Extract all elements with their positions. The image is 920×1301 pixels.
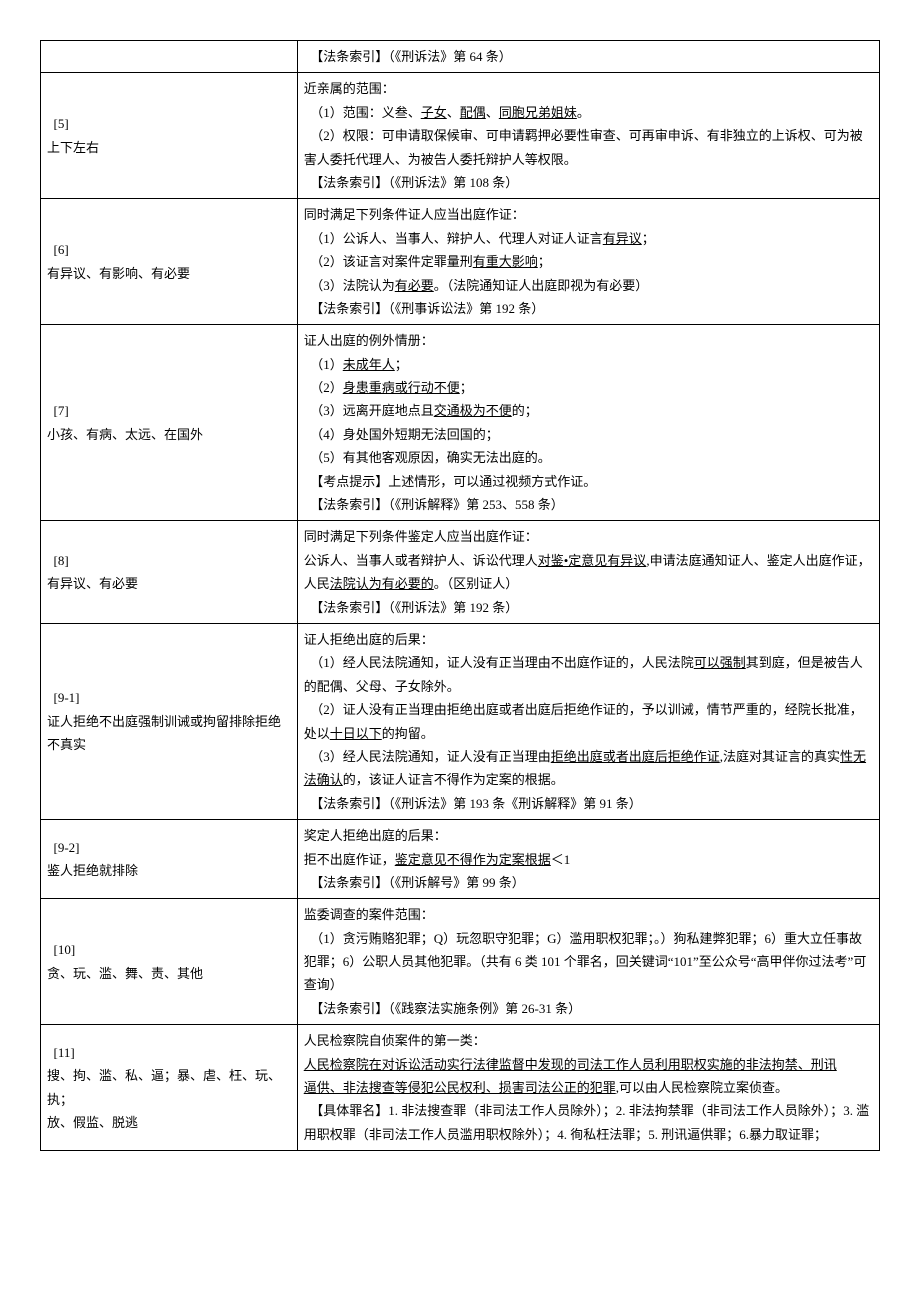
underlined-text: 拒绝出庭或者出庭后拒绝作证 — [551, 749, 720, 764]
row-mnemonic: 上下左右 — [47, 136, 291, 159]
underlined-text: 交通极为不便 — [434, 403, 512, 418]
row-index: [6] — [47, 238, 291, 261]
row-index: [7] — [47, 399, 291, 422]
table-row: [6]有异议、有影响、有必要同时满足下列条件证人应当出庭作证： （1）公诉人、当… — [41, 199, 880, 325]
table-row: [9-1]证人拒绝不出庭强制训诫或拘留排除拒绝不真实证人拒绝出庭的后果： （1）… — [41, 623, 880, 819]
row-key-cell — [41, 41, 298, 73]
row-index: [8] — [47, 549, 291, 572]
row-key-cell: [5]上下左右 — [41, 73, 298, 199]
row-content-cell: 监委调查的案件范围： （1）贪污贿赂犯罪；Q）玩忽职守犯罪；G）滥用职权犯罪；。… — [297, 899, 879, 1025]
underlined-text: 有重大影响 — [473, 254, 538, 269]
underlined-text: 可以强制 — [694, 655, 746, 670]
underlined-text: 未成年人 — [343, 357, 395, 372]
row-mnemonic: 证人拒绝不出庭强制训诫或拘留排除拒绝不真实 — [47, 710, 291, 757]
table-row: 【法条索引】（《刑诉法》第 64 条） — [41, 41, 880, 73]
underlined-text: 十日以下 — [330, 726, 382, 741]
underlined-text: 鉴定意见不得作为定案根据 — [395, 852, 551, 867]
row-mnemonic: 有异议、有影响、有必要 — [47, 262, 291, 285]
row-mnemonic: 贪、玩、滥、舞、责、其他 — [47, 962, 291, 985]
row-key-cell: [11]搜、拘、滥、私、逼；暴、虐、枉、玩、执；放、假监、脱逃 — [41, 1025, 298, 1151]
row-index: [11] — [47, 1041, 291, 1064]
row-content-cell: 证人拒绝出庭的后果： （1）经人民法院通知，证人没有正当理由不出庭作证的，人民法… — [297, 623, 879, 819]
underlined-text: 有异议 — [603, 231, 642, 246]
row-content-cell: 奖定人拒绝出庭的后果：拒不出庭作证，鉴定意见不得作为定案根据＜1 【法条索引】（… — [297, 820, 879, 899]
row-index: [9-1] — [47, 686, 291, 709]
row-index: [10] — [47, 938, 291, 961]
underlined-text: 人民检察院在对诉讼活动实行法律监督中发现的司法工作人员利用职权实施的非法拘禁、刑… — [304, 1057, 837, 1072]
row-content-cell: 证人出庭的例外情册： （1）未成年人； （2）身患重病或行动不便； （3）远离开… — [297, 325, 879, 521]
underlined-text: 有必要 — [395, 278, 434, 293]
row-content-cell: 人民检察院自侦案件的第一类：人民检察院在对诉讼活动实行法律监督中发现的司法工作人… — [297, 1025, 879, 1151]
row-key-cell: [10]贪、玩、滥、舞、责、其他 — [41, 899, 298, 1025]
table-row: [5]上下左右近亲属的范围： （1）范围：义叁、子女、配偶、同胞兄弟姐妹。 （2… — [41, 73, 880, 199]
row-key-cell: [6]有异议、有影响、有必要 — [41, 199, 298, 325]
row-content-cell: 同时满足下列条件证人应当出庭作证： （1）公诉人、当事人、辩护人、代理人对证人证… — [297, 199, 879, 325]
underlined-text: 子女 — [421, 105, 447, 120]
underlined-text: 逼供、非法搜查等侵犯公民权利、损害司法公正的犯罪 — [304, 1080, 616, 1095]
table-row: [10]贪、玩、滥、舞、责、其他监委调查的案件范围： （1）贪污贿赂犯罪；Q）玩… — [41, 899, 880, 1025]
underlined-text: 配偶 — [460, 105, 486, 120]
underlined-text: 身患重病或行动不便 — [343, 380, 460, 395]
table-row: [7]小孩、有病、太远、在国外证人出庭的例外情册： （1）未成年人； （2）身患… — [41, 325, 880, 521]
row-content-cell: 同时满足下列条件鉴定人应当出庭作证：公诉人、当事人或者辩护人、诉讼代理人对鉴•定… — [297, 521, 879, 624]
row-key-cell: [7]小孩、有病、太远、在国外 — [41, 325, 298, 521]
row-content-cell: 近亲属的范围： （1）范围：义叁、子女、配偶、同胞兄弟姐妹。 （2）权限：可申请… — [297, 73, 879, 199]
underlined-text: 对鉴•定意见有异议 — [538, 553, 647, 568]
row-content-cell: 【法条索引】（《刑诉法》第 64 条） — [297, 41, 879, 73]
row-mnemonic: 小孩、有病、太远、在国外 — [47, 423, 291, 446]
row-key-cell: [8]有异议、有必要 — [41, 521, 298, 624]
row-mnemonic: 有异议、有必要 — [47, 572, 291, 595]
row-index: [5] — [47, 112, 291, 135]
row-mnemonic: 鉴人拒绝就排除 — [47, 859, 291, 882]
table-row: [9-2]鉴人拒绝就排除奖定人拒绝出庭的后果：拒不出庭作证，鉴定意见不得作为定案… — [41, 820, 880, 899]
study-notes-table: 【法条索引】（《刑诉法》第 64 条）[5]上下左右近亲属的范围： （1）范围：… — [40, 40, 880, 1151]
table-row: [8]有异议、有必要同时满足下列条件鉴定人应当出庭作证：公诉人、当事人或者辩护人… — [41, 521, 880, 624]
row-key-cell: [9-2]鉴人拒绝就排除 — [41, 820, 298, 899]
table-row: [11]搜、拘、滥、私、逼；暴、虐、枉、玩、执；放、假监、脱逃人民检察院自侦案件… — [41, 1025, 880, 1151]
row-index: [9-2] — [47, 836, 291, 859]
row-mnemonic: 搜、拘、滥、私、逼；暴、虐、枉、玩、执；放、假监、脱逃 — [47, 1064, 291, 1134]
underlined-text: 法院认为有必要的 — [330, 576, 434, 591]
row-key-cell: [9-1]证人拒绝不出庭强制训诫或拘留排除拒绝不真实 — [41, 623, 298, 819]
underlined-text: 同胞兄弟姐妹 — [499, 105, 577, 120]
